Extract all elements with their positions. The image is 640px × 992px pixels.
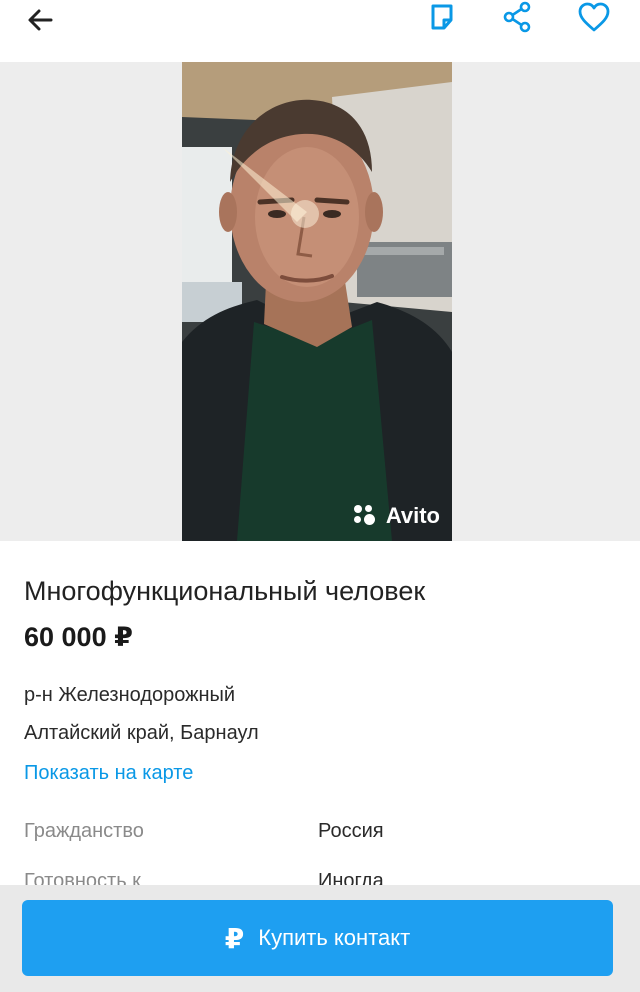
param-value: Россия <box>318 820 384 842</box>
arrow-left-icon <box>28 9 53 31</box>
param-key: Гражданство <box>24 820 144 842</box>
listing-price: 60 000 ₽ <box>24 622 133 652</box>
share-button[interactable] <box>500 0 536 36</box>
heart-icon <box>578 2 610 32</box>
buy-contact-button[interactable]: ₽ Купить контакт <box>22 900 613 976</box>
avito-logo-icon <box>353 505 380 527</box>
watermark-text: Avito <box>385 503 440 528</box>
param-row: Гражданство Россия <box>24 817 624 847</box>
bottom-action-bar: ₽ Купить контакт <box>0 885 640 992</box>
top-bar <box>0 0 640 62</box>
share-icon <box>503 1 531 33</box>
photo-gallery[interactable]: Avito <box>0 62 640 541</box>
person-photo-illustration <box>182 62 452 541</box>
show-on-map-link[interactable]: Показать на карте <box>24 759 193 787</box>
note-button[interactable] <box>425 0 461 36</box>
listing-photo[interactable]: Avito <box>182 62 452 541</box>
listing-title: Многофункциональный человек <box>24 576 426 606</box>
listing-region-city: Алтайский край, Барнаул <box>24 722 259 744</box>
listing-district: р-н Железнодорожный <box>24 684 236 706</box>
listing-screen: Avito Многофункциональный человек 60 000… <box>0 0 640 992</box>
note-icon <box>431 4 453 30</box>
favorite-button[interactable] <box>576 0 612 36</box>
avito-watermark: Avito <box>353 503 440 529</box>
ruble-icon: ₽ <box>224 922 245 954</box>
back-button[interactable] <box>24 4 56 36</box>
buy-contact-label: Купить контакт <box>258 925 411 950</box>
